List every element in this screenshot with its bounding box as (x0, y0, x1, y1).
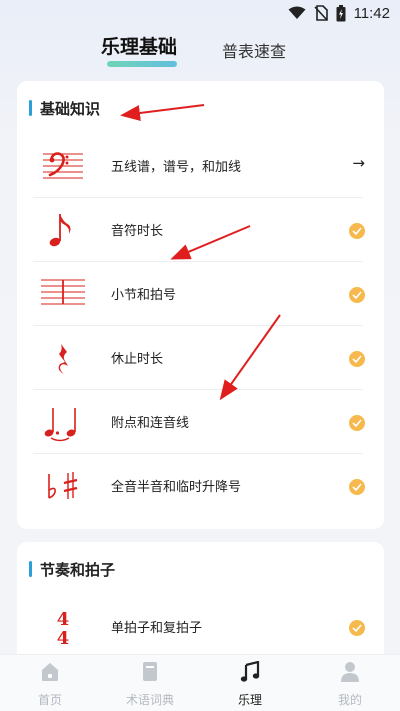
home-icon (42, 663, 58, 681)
bottom-navigation: 首页 术语词典 乐理 我的 (0, 654, 400, 711)
svg-text:4: 4 (57, 609, 70, 630)
status-time: 11:42 (353, 4, 390, 22)
list-item-label: 单拍子和复拍子 (111, 621, 203, 636)
battery-charging-icon (336, 4, 346, 21)
list-item-note-durations[interactable]: 音符时长 (33, 198, 365, 262)
book-icon (143, 662, 157, 681)
section-header: 基础知识 (29, 98, 100, 118)
tab-label: 普表速查 (222, 42, 287, 61)
list-item-label: 小节和拍号 (111, 288, 177, 303)
tab-notation-lookup[interactable]: 普表速查 (222, 38, 286, 62)
svg-text:4: 4 (57, 628, 70, 649)
section-accent-bar (29, 100, 32, 116)
measure-barline-icon (41, 279, 85, 305)
completed-check-icon (349, 479, 365, 495)
quarter-rest-icon (58, 344, 68, 374)
completed-check-icon (349, 415, 365, 431)
section-accent-bar (29, 561, 32, 577)
nav-item-profile[interactable]: 我的 (300, 661, 400, 711)
list-item-accidentals[interactable]: 全音半音和临时升降号 (33, 454, 365, 518)
section-title: 节奏和拍子 (40, 560, 116, 579)
list-item-simple-compound-meter[interactable]: 4 4 单拍子和复拍子 (33, 595, 365, 659)
list-item-label: 音符时长 (111, 224, 164, 239)
nav-item-glossary[interactable]: 术语词典 (100, 661, 200, 711)
list-item-label: 附点和连音线 (111, 416, 190, 431)
completed-check-icon (349, 351, 365, 367)
nav-label: 我的 (337, 693, 362, 707)
person-icon (341, 662, 359, 682)
no-sim-icon (313, 5, 328, 21)
time-signature-4-4-icon: 4 4 (57, 609, 70, 649)
nav-item-home[interactable]: 首页 (0, 661, 100, 711)
top-tab-bar: 乐理基础 普表速查 (0, 32, 400, 67)
tab-label: 乐理基础 (101, 36, 178, 58)
list-item-staff-clef[interactable]: 五线谱，谱号，和加线 → (33, 134, 365, 198)
bass-clef-staff-icon (43, 152, 83, 179)
nav-label: 首页 (37, 693, 62, 707)
list-item-rest-durations[interactable]: 休止时长 (33, 326, 365, 390)
status-bar: 11:42 (0, 0, 400, 26)
music-note-icon (240, 661, 260, 682)
list-item-label: 全音半音和临时升降号 (111, 480, 242, 495)
completed-check-icon (349, 223, 365, 239)
nav-label: 术语词典 (125, 693, 174, 707)
tab-music-theory-basics[interactable]: 乐理基础 (101, 32, 178, 67)
list-item-label: 休止时长 (111, 352, 164, 367)
list-item-measures-time-signatures[interactable]: 小节和拍号 (33, 262, 365, 326)
nav-label: 乐理 (237, 693, 262, 707)
section-card-basics: 基础知识 五线谱，谱号，和加线 → 音符时长 小节和拍号 休止时长 附点和连音线… (17, 81, 384, 529)
arrow-right-icon: → (352, 154, 365, 172)
nav-item-music-theory[interactable]: 乐理 (200, 661, 300, 711)
flat-sharp-icon (48, 472, 78, 499)
section-header: 节奏和拍子 (29, 559, 115, 579)
active-tab-underline (107, 61, 178, 67)
completed-check-icon (349, 620, 365, 636)
wifi-icon (288, 6, 306, 19)
list-item-label: 五线谱，谱号，和加线 (111, 160, 242, 175)
list-item-dots-ties[interactable]: 附点和连音线 (33, 390, 365, 454)
dotted-tied-notes-icon (44, 408, 76, 442)
completed-check-icon (349, 287, 365, 303)
section-title: 基础知识 (40, 99, 101, 118)
eighth-note-icon (49, 214, 71, 247)
